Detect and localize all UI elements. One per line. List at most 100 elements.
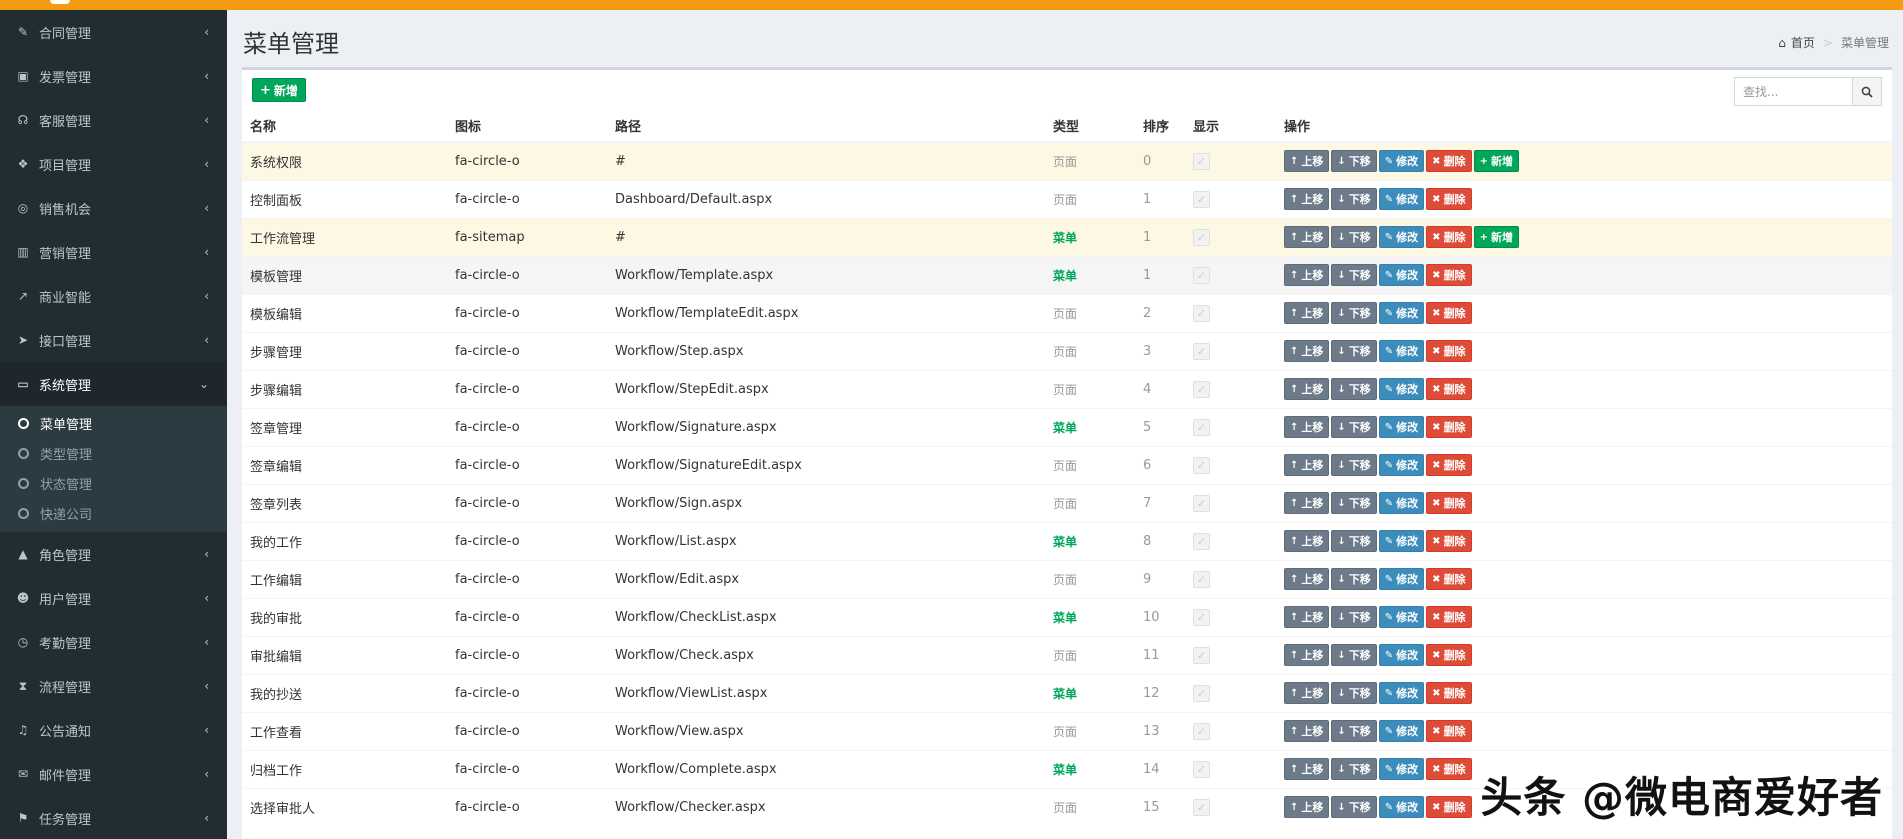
down-button[interactable]: ↓ 下移 [1331,226,1377,248]
del-button[interactable]: ✖ 删除 [1426,340,1472,362]
del-button[interactable]: ✖ 删除 [1426,568,1472,590]
sidebar-item[interactable]: ▥ 营销管理 ‹ [0,230,227,274]
up-button[interactable]: ↑ 上移 [1284,568,1330,590]
del-button[interactable]: ✖ 删除 [1426,530,1472,552]
edit-button[interactable]: ✎ 修改 [1378,416,1425,438]
edit-button[interactable]: ✎ 修改 [1378,492,1425,514]
edit-button[interactable]: ✎ 修改 [1378,644,1425,666]
up-button[interactable]: ↑ 上移 [1284,492,1330,514]
sidebar-item[interactable]: ◎ 销售机会 ‹ [0,186,227,230]
edit-button[interactable]: ✎ 修改 [1378,302,1425,324]
down-button[interactable]: ↓ 下移 [1331,530,1377,552]
del-button[interactable]: ✖ 删除 [1426,796,1472,819]
down-button[interactable]: ↓ 下移 [1331,796,1377,819]
del-button[interactable]: ✖ 删除 [1426,188,1472,210]
edit-button[interactable]: ✎ 修改 [1378,796,1425,819]
visible-checkbox[interactable]: ✓ [1193,684,1210,702]
visible-checkbox[interactable]: ✓ [1193,722,1210,740]
up-button[interactable]: ↑ 上移 [1284,226,1330,248]
up-button[interactable]: ↑ 上移 [1284,188,1330,210]
up-button[interactable]: ↑ 上移 [1284,378,1330,400]
visible-checkbox[interactable]: ✓ [1193,798,1210,816]
down-button[interactable]: ↓ 下移 [1331,682,1377,704]
sidebar-item[interactable]: ☊ 客服管理 ‹ [0,98,227,142]
visible-checkbox[interactable]: ✓ [1193,456,1210,474]
visible-checkbox[interactable]: ✓ [1193,494,1210,512]
up-button[interactable]: ↑ 上移 [1284,644,1330,666]
visible-checkbox[interactable]: ✓ [1193,418,1210,436]
edit-button[interactable]: ✎ 修改 [1378,150,1425,173]
sidebar-item[interactable]: ▣ 发票管理 ‹ [0,54,227,98]
edit-button[interactable]: ✎ 修改 [1378,758,1425,780]
visible-checkbox[interactable]: ✓ [1193,190,1210,208]
edit-button[interactable]: ✎ 修改 [1378,188,1425,210]
visible-checkbox[interactable]: ✓ [1193,646,1210,664]
search-input[interactable] [1734,77,1852,106]
sidebar-item[interactable]: ⚑ 任务管理 ‹ [0,796,227,839]
add-button[interactable]: + 新增 [1473,150,1519,173]
down-button[interactable]: ↓ 下移 [1331,758,1377,780]
down-button[interactable]: ↓ 下移 [1331,188,1377,210]
sidebar-item[interactable]: ♫ 公告通知 ‹ [0,708,227,752]
sidebar-item[interactable]: ❖ 项目管理 ‹ [0,142,227,186]
sidebar-item[interactable]: ↗ 商业智能 ‹ [0,274,227,318]
del-button[interactable]: ✖ 删除 [1426,720,1472,742]
visible-checkbox[interactable]: ✓ [1193,608,1210,626]
del-button[interactable]: ✖ 删除 [1426,264,1472,286]
sidebar-item[interactable]: ✎ 合同管理 ‹ [0,10,227,54]
down-button[interactable]: ↓ 下移 [1331,340,1377,362]
up-button[interactable]: ↑ 上移 [1284,758,1330,780]
breadcrumb-home[interactable]: 首页 [1791,34,1815,51]
del-button[interactable]: ✖ 删除 [1426,302,1472,324]
del-button[interactable]: ✖ 删除 [1426,644,1472,666]
up-button[interactable]: ↑ 上移 [1284,530,1330,552]
del-button[interactable]: ✖ 删除 [1426,758,1472,780]
down-button[interactable]: ↓ 下移 [1331,378,1377,400]
up-button[interactable]: ↑ 上移 [1284,302,1330,324]
del-button[interactable]: ✖ 删除 [1426,682,1472,704]
down-button[interactable]: ↓ 下移 [1331,264,1377,286]
up-button[interactable]: ↑ 上移 [1284,416,1330,438]
edit-button[interactable]: ✎ 修改 [1378,606,1425,628]
submenu-item[interactable]: 类型管理 [0,438,227,468]
search-button[interactable] [1852,77,1882,106]
sidebar-item[interactable]: ▲ 角色管理 ‹ [0,532,227,576]
add-button[interactable]: + 新增 [1473,226,1519,248]
edit-button[interactable]: ✎ 修改 [1378,454,1425,476]
edit-button[interactable]: ✎ 修改 [1378,530,1425,552]
down-button[interactable]: ↓ 下移 [1331,606,1377,628]
visible-checkbox[interactable]: ✓ [1193,380,1210,398]
down-button[interactable]: ↓ 下移 [1331,492,1377,514]
visible-checkbox[interactable]: ✓ [1193,760,1210,778]
up-button[interactable]: ↑ 上移 [1284,264,1330,286]
submenu-item[interactable]: 快递公司 [0,498,227,528]
down-button[interactable]: ↓ 下移 [1331,720,1377,742]
up-button[interactable]: ↑ 上移 [1284,340,1330,362]
del-button[interactable]: ✖ 删除 [1426,150,1472,173]
add-menu-button[interactable]: + 新增 [252,78,306,102]
home-icon[interactable]: ⌂ [1778,36,1786,50]
edit-button[interactable]: ✎ 修改 [1378,264,1425,286]
sidebar-item[interactable]: ⧗ 流程管理 ‹ [0,664,227,708]
edit-button[interactable]: ✎ 修改 [1378,226,1425,248]
visible-checkbox[interactable]: ✓ [1193,266,1210,284]
sidebar-item[interactable]: ◷ 考勤管理 ‹ [0,620,227,664]
visible-checkbox[interactable]: ✓ [1193,532,1210,550]
del-button[interactable]: ✖ 删除 [1426,492,1472,514]
down-button[interactable]: ↓ 下移 [1331,416,1377,438]
visible-checkbox[interactable]: ✓ [1193,342,1210,360]
submenu-item[interactable]: 状态管理 [0,468,227,498]
sidebar-item[interactable]: ▭ 系统管理 ⌄ [0,362,227,406]
visible-checkbox[interactable]: ✓ [1193,228,1210,246]
visible-checkbox[interactable]: ✓ [1193,570,1210,588]
down-button[interactable]: ↓ 下移 [1331,150,1377,173]
up-button[interactable]: ↑ 上移 [1284,682,1330,704]
visible-checkbox[interactable]: ✓ [1193,152,1210,170]
down-button[interactable]: ↓ 下移 [1331,302,1377,324]
sidebar-item[interactable]: ✉ 邮件管理 ‹ [0,752,227,796]
edit-button[interactable]: ✎ 修改 [1378,568,1425,590]
up-button[interactable]: ↑ 上移 [1284,606,1330,628]
up-button[interactable]: ↑ 上移 [1284,454,1330,476]
up-button[interactable]: ↑ 上移 [1284,720,1330,742]
del-button[interactable]: ✖ 删除 [1426,454,1472,476]
